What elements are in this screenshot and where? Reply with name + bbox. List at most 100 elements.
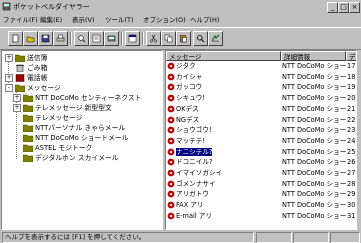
list-item[interactable]: ナニシテル? NTT DoCoMo ショートメ25 [166,147,356,158]
list-item[interactable]: E-mail アリ NTT DoCoMo ショートメ31 [166,211,356,222]
extra-cell: 25 [347,147,356,156]
folder-icon [23,144,33,152]
detail-cell: NTT DoCoMo ショートメ [282,211,346,220]
tree-item-label: NTT DoCoMo センティーネクスト [35,94,142,102]
collapse-toggle[interactable]: - [5,84,13,92]
list-item[interactable]: ジタク NTT DoCoMo ショートメ17 [166,61,356,72]
expand-toggle[interactable]: + [5,54,13,62]
list-item[interactable]: シキュウ! NTT DoCoMo ショートメ20 [166,93,356,104]
message-list[interactable]: メッセージ 詳細情報 デ ジタクNTT DoCoMo ショートメ17カイシャNT… [165,50,357,230]
message-name-cell: ジタク [167,61,279,72]
detail-cell: NTT DoCoMo ショートメ [282,190,346,199]
app-window: ポケットベルダイヤラー _ □ × ファイル(F) 編集(E) 表示(V) ツー… [0,0,361,243]
menu-tools[interactable]: ツール(T) [105,16,134,25]
list-item[interactable]: ショウゴウ! NTT DoCoMo ショートメ23 [166,125,356,136]
menu-edit[interactable]: 編集(E) [40,16,62,25]
list-item[interactable]: ガッコウ NTT DoCoMo ショートメ19 [166,82,356,93]
list-item[interactable]: ゴメンナサイ NTT DoCoMo ショートメ28 [166,179,356,190]
toolbar [0,27,361,50]
list-item[interactable]: カイシャ NTT DoCoMo ショートメ18 [166,72,356,83]
detail-cell: NTT DoCoMo ショートメ [282,147,346,156]
message-name: ジタク [176,62,196,70]
column-header-message[interactable]: メッセージ [166,51,281,61]
detail-cell: NTT DoCoMo ショートメ [282,62,346,70]
column-header-extra[interactable]: デ [346,51,356,61]
message-icon [167,180,175,188]
message-name-cell: NGデス [167,115,279,126]
book-icon [15,74,25,82]
column-header-detail[interactable]: 詳細情報 [281,51,346,61]
message-icon [167,116,175,123]
copy-icon[interactable] [161,31,176,46]
status-bar: ヘルプを表示するには [F1] を押してください。 [0,231,361,243]
toolbar-separator [70,32,72,45]
extra-cell: 31 [347,211,356,220]
tree-item-label: NTTパーソナル きゃらメール [35,124,126,132]
title-bar[interactable]: ポケットベルダイヤラー _ □ × [0,0,361,14]
expand-toggle[interactable]: + [13,104,21,112]
menu-options[interactable]: オプション(O) [143,16,186,25]
tree-item-label: テレメッセージ [35,114,83,122]
open-icon[interactable] [23,31,38,46]
new-icon[interactable] [8,31,23,46]
print-preview-icon[interactable] [74,31,89,46]
message-name-cell: OKデス [167,104,279,115]
save-icon[interactable] [38,31,53,46]
message-name: シキュウ! [176,94,206,103]
extra-cell: 18 [347,72,356,81]
detail-cell: NTT DoCoMo ショートメ [282,104,346,113]
dial-icon[interactable] [104,31,119,46]
detail-cell: NTT DoCoMo ショートメ [282,169,346,177]
folder-icon [23,154,33,162]
list-item[interactable]: イマイソガシイ NTT DoCoMo ショートメ27 [166,168,356,179]
folder-icon [23,114,33,122]
detail-cell: NTT DoCoMo ショートメ [282,136,346,145]
properties-icon[interactable] [89,31,104,46]
message-name-cell: アリガトウ [167,189,279,200]
list-item[interactable]: NGデス NTT DoCoMo ショートメ22 [166,115,356,126]
status-pane [293,232,329,243]
message-name-cell: ショウゴウ! [167,125,279,136]
message-name: イマイソガシイ [176,169,223,177]
list-item[interactable]: FAX アリ NTT DoCoMo ショートメ30 [166,200,356,211]
detail-cell: NTT DoCoMo ショートメ [282,115,346,124]
message-icon [167,190,175,198]
expand-toggle[interactable]: + [5,74,13,82]
list-item[interactable]: ドコニイル? NTT DoCoMo ショートメ26 [166,157,356,168]
cut-icon[interactable] [146,31,161,46]
message-name: ドコニイル? [176,158,213,167]
message-name-cell: ドコニイル? [167,157,279,168]
menu-file[interactable]: ファイル(F) [3,16,38,25]
message-icon [167,126,175,134]
view-icon[interactable] [125,31,140,46]
message-icon [167,105,175,113]
list-item[interactable]: アリガトウ NTT DoCoMo ショートメ29 [166,189,356,200]
message-icon [167,201,175,209]
menu-view[interactable]: 表示(V) [72,16,95,25]
menu-help[interactable]: ヘルプ(H) [190,16,219,25]
status-pane [330,232,360,243]
extra-cell: 29 [347,190,356,199]
find-icon[interactable] [193,31,208,46]
close-button[interactable]: × [349,2,360,13]
detail-cell: NTT DoCoMo ショートメ [282,201,346,210]
list-item[interactable]: OKデス NTT DoCoMo ショートメ21 [166,104,356,115]
extra-cell: 20 [347,94,356,103]
expand-toggle[interactable]: + [13,94,21,102]
message-name: カイシャ [176,72,203,81]
tree-item-label: ASTEL モジトーク [35,144,93,152]
toolbar-separator [121,32,123,45]
tree-item-label: テレメッセージ 新型型文 [35,104,112,112]
maximize-button[interactable]: □ [338,2,349,13]
message-name: NGデス [176,115,200,124]
paste-icon[interactable] [176,31,191,46]
message-icon [167,137,175,145]
folder-icon [23,94,33,102]
print-icon[interactable] [53,31,68,46]
list-item[interactable]: マッテテ! NTT DoCoMo ショートメ24 [166,136,356,147]
message-name-cell: カイシャ [167,72,279,83]
help-icon[interactable] [208,31,223,46]
message-name: OKデス [176,104,199,113]
folder-tree[interactable]: + 送信簿 ごみ箱 + 電話帳 - メッセージ + NTT DoCoMo センテ… [1,50,163,230]
minimize-button[interactable]: _ [327,2,338,13]
